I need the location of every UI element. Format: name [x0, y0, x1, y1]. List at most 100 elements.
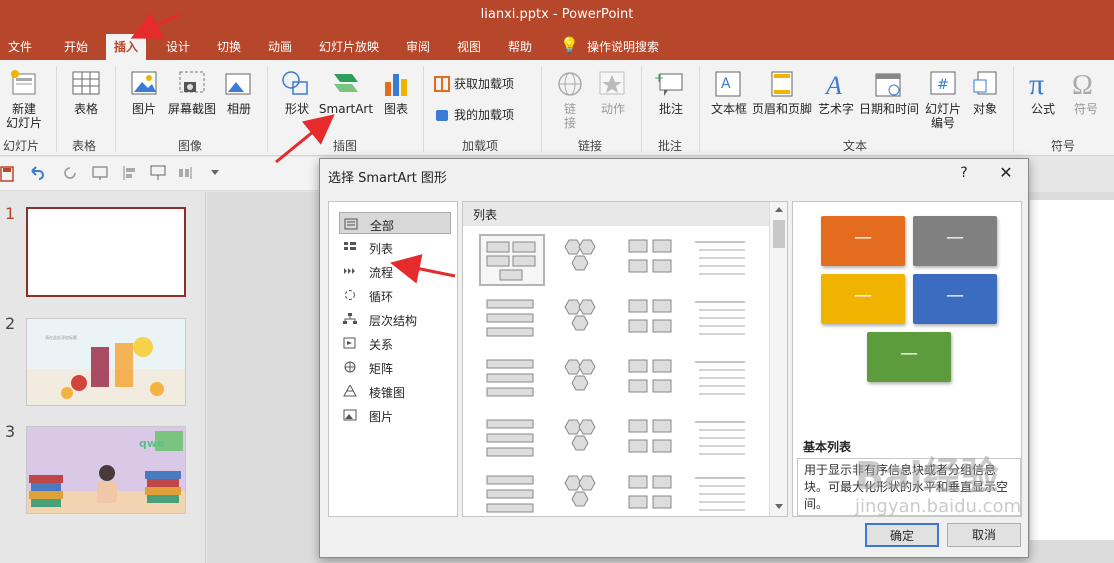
screenshot-icon — [179, 71, 205, 93]
textbox-button[interactable]: 文本框 — [710, 102, 748, 116]
group-links: 链接 — [578, 139, 603, 153]
smartart-layout-6[interactable] — [549, 294, 615, 346]
group-tables: 表格 — [72, 139, 97, 153]
tab-design[interactable]: 设计 — [166, 38, 190, 55]
category-picture[interactable]: 图片 — [339, 404, 451, 426]
category-all[interactable]: 全部 — [339, 212, 451, 234]
smartart-layout-10[interactable] — [549, 354, 615, 406]
slide3-title-text: qwe — [139, 437, 165, 450]
category-pyramid[interactable]: 棱锥图 — [339, 380, 451, 402]
get-addins-button[interactable]: 获取加载项 — [454, 77, 514, 91]
undo-icon[interactable] — [28, 165, 44, 181]
ribbon: 新建 幻灯片 幻灯片 表格 表格 图片 屏幕截图 相册 图像 形状 SmartA… — [0, 60, 1114, 156]
album-button[interactable]: 相册 — [224, 102, 254, 116]
list-icon — [344, 242, 356, 250]
shapes-icon — [282, 71, 308, 95]
smartart-layout-5[interactable] — [479, 294, 545, 346]
category-cycle[interactable]: 循环 — [339, 284, 451, 306]
smartart-layout-16[interactable] — [689, 414, 755, 466]
drinks-image: 请在此处添加标题 — [27, 319, 185, 405]
preview-box-4: — — [913, 274, 997, 324]
link-button[interactable]: 链 接 — [560, 102, 580, 130]
preview-title: 基本列表 — [803, 440, 852, 454]
screenshot-button[interactable]: 屏幕截图 — [166, 102, 218, 116]
tab-animations[interactable]: 动画 — [268, 38, 292, 55]
smartart-layout-18[interactable] — [549, 470, 615, 516]
grid-scrollbar[interactable] — [769, 202, 787, 516]
smartart-layout-8[interactable] — [689, 294, 755, 346]
distribute-icon[interactable] — [178, 165, 194, 181]
tab-home[interactable]: 开始 — [64, 38, 88, 55]
slide-thumbnail-2[interactable]: 请在此处添加标题 — [26, 318, 186, 406]
datetime-button[interactable]: 日期和时间 — [858, 102, 920, 116]
smartart-layout-1[interactable] — [479, 234, 545, 286]
picture-button[interactable]: 图片 — [128, 102, 160, 116]
header-footer-button[interactable]: 页眉和页脚 — [750, 102, 814, 116]
tab-slideshow[interactable]: 幻灯片放映 — [319, 38, 379, 55]
action-button[interactable]: 动作 — [598, 102, 628, 116]
my-addins-button[interactable]: 我的加载项 — [454, 108, 514, 122]
tab-transitions[interactable]: 切换 — [217, 38, 241, 55]
slide-number-icon: # — [930, 71, 956, 95]
reading-girl-image: qwe — [27, 427, 185, 513]
smartart-layout-13[interactable] — [479, 414, 545, 466]
present-icon[interactable] — [92, 165, 108, 181]
smartart-button[interactable]: SmartArt — [318, 102, 374, 116]
smartart-layout-15[interactable] — [619, 414, 685, 466]
redo-icon[interactable] — [62, 165, 78, 181]
help-button[interactable]: ? — [956, 165, 972, 181]
new-slide-icon — [11, 70, 36, 95]
tab-help[interactable]: 帮助 — [508, 38, 532, 55]
svg-text:A: A — [721, 76, 731, 92]
smartart-layout-12[interactable] — [689, 354, 755, 406]
smartart-layout-19[interactable] — [619, 470, 685, 516]
svg-text:Ω: Ω — [1072, 70, 1093, 100]
customize-qat-icon[interactable] — [210, 169, 220, 177]
align-icon[interactable] — [122, 165, 138, 181]
my-addins-icon — [436, 110, 448, 121]
symbol-button[interactable]: 符号 — [1071, 102, 1101, 116]
table-button[interactable]: 表格 — [70, 102, 102, 116]
object-button[interactable]: 对象 — [970, 102, 1000, 116]
group-images: 图像 — [178, 139, 203, 153]
equation-button[interactable]: 公式 — [1028, 102, 1058, 116]
tab-file[interactable]: 文件 — [8, 38, 32, 55]
category-matrix[interactable]: 矩阵 — [339, 356, 451, 378]
category-hierarchy[interactable]: 层次结构 — [339, 308, 451, 330]
slide-thumbnail-1[interactable] — [26, 207, 186, 297]
smartart-layout-3[interactable] — [619, 234, 685, 286]
presenter-icon[interactable] — [150, 165, 166, 181]
category-relationship[interactable]: 关系 — [339, 332, 451, 354]
slide-thumbnail-3[interactable]: qwe — [26, 426, 186, 514]
new-slide-button[interactable]: 新建 幻灯片 — [2, 102, 46, 130]
wordart-icon: A — [824, 71, 842, 98]
category-process[interactable]: 流程 — [339, 260, 451, 282]
chart-button[interactable]: 图表 — [381, 102, 411, 116]
smartart-layout-2[interactable] — [549, 234, 615, 286]
category-list-item[interactable]: 列表 — [339, 236, 451, 258]
preview-box-2: — — [913, 216, 997, 266]
quick-access-toolbar — [0, 157, 320, 191]
smartart-layout-14[interactable] — [549, 414, 615, 466]
object-icon — [973, 71, 997, 95]
tab-view[interactable]: 视图 — [457, 38, 481, 55]
save-icon[interactable] — [0, 166, 14, 182]
smartart-layout-9[interactable] — [479, 354, 545, 406]
smartart-layout-17[interactable] — [479, 470, 545, 516]
wordart-button[interactable]: 艺术字 — [817, 102, 855, 116]
tab-review[interactable]: 审阅 — [406, 38, 430, 55]
tell-me-search[interactable]: 操作说明搜索 — [587, 38, 659, 55]
smartart-layout-grid: 列表 — [462, 201, 788, 517]
smartart-layout-11[interactable] — [619, 354, 685, 406]
group-addins: 加载项 — [462, 139, 499, 153]
smartart-layout-7[interactable] — [619, 294, 685, 346]
comment-button[interactable]: 批注 — [656, 102, 686, 116]
shapes-button[interactable]: 形状 — [282, 102, 312, 116]
relationship-icon — [343, 337, 356, 349]
smartart-layout-20[interactable] — [689, 470, 755, 516]
header-footer-icon — [771, 71, 793, 97]
slide-number-button[interactable]: 幻灯片 编号 — [923, 102, 963, 130]
tab-insert[interactable]: 插入 — [106, 34, 147, 60]
smartart-layout-4[interactable] — [689, 234, 755, 286]
close-button[interactable]: ✕ — [996, 163, 1016, 182]
